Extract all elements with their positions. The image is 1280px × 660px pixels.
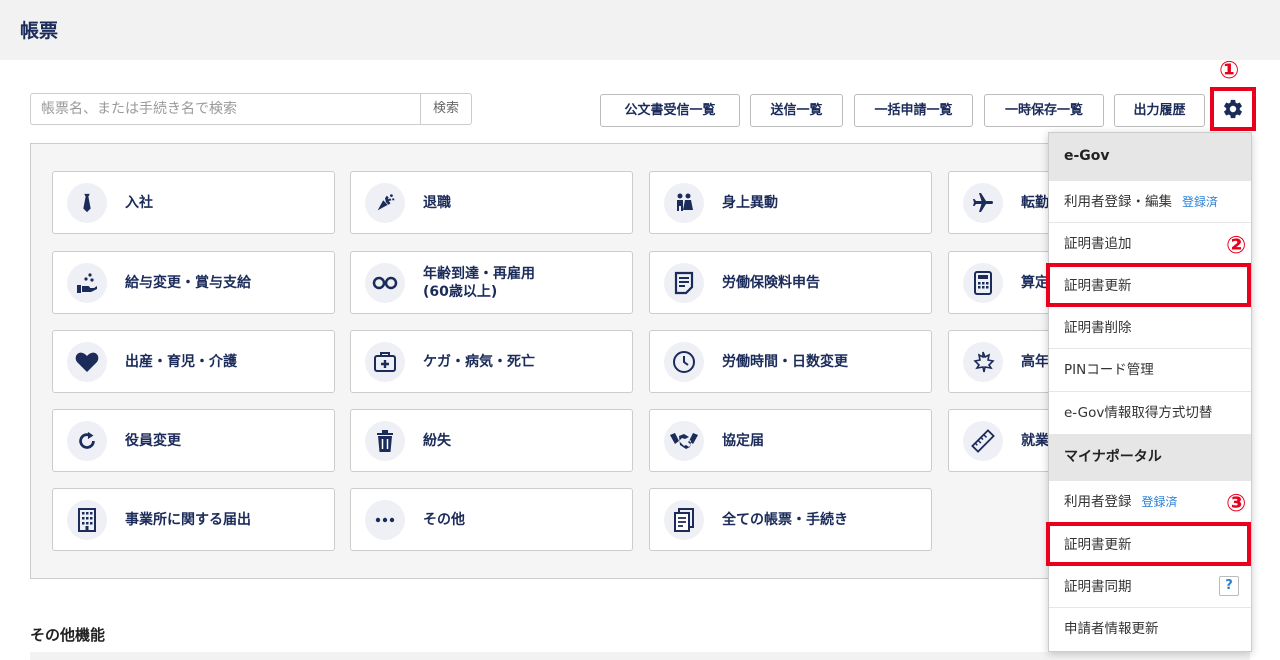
tile-label: 労働時間・日数変更 [722, 353, 848, 370]
tile-funshitsu[interactable]: 紛失 [350, 409, 633, 472]
tile-label: 算定 [1021, 274, 1049, 291]
tile-nenrei-toutatsu[interactable]: 年齢到達・再雇用 (60歳以上) [350, 251, 633, 314]
tile-jigyosho[interactable]: 事業所に関する届出 [52, 488, 335, 551]
menu-item-label: 利用者登録・編集 [1064, 194, 1172, 210]
ruler-icon [963, 420, 1003, 461]
tile-rodo-hokenryo[interactable]: 労働保険料申告 [649, 251, 932, 314]
first-aid-icon [365, 341, 405, 382]
search-input[interactable]: 帳票名、または手続き名で検索 [30, 93, 420, 125]
tile-kyoteitodoke[interactable]: 協定届 [649, 409, 932, 472]
document-icon [664, 262, 704, 303]
marker-3: ③ [1226, 489, 1247, 517]
menu-item-label: 証明書更新 [1064, 278, 1132, 294]
output-history-button[interactable]: 出力履歴 [1114, 94, 1205, 127]
tile-label: 高年 [1021, 353, 1049, 370]
other-functions-heading: その他機能 [30, 626, 106, 644]
tile-taishoku[interactable]: 退職 [350, 171, 633, 234]
glasses-icon [365, 262, 405, 303]
gear-icon [1224, 99, 1242, 119]
egov-pin-management-item[interactable]: PINコード管理 [1049, 348, 1251, 390]
tile-label: 年齢到達・再雇用 (60歳以上) [423, 265, 535, 300]
tile-label: 全ての帳票・手続き [722, 511, 848, 528]
tile-label: 転勤 [1021, 194, 1049, 211]
tile-label: 出産・育児・介護 [125, 353, 237, 370]
menu-item-label: 証明書同期 [1064, 579, 1132, 595]
tile-label: 身上異動 [722, 194, 778, 211]
tile-label: 紛失 [423, 432, 451, 449]
menu-item-label: PINコード管理 [1064, 362, 1154, 378]
tile-label: 役員変更 [125, 432, 181, 449]
menu-item-label: e-Gov情報取得方式切替 [1064, 405, 1213, 421]
calculator-icon [963, 262, 1003, 303]
tile-label: その他 [423, 511, 465, 528]
help-icon[interactable]: ? [1219, 576, 1239, 596]
tile-kyuyo-henko[interactable]: 給与変更・賞与支給 [52, 251, 335, 314]
tile-sonota[interactable]: その他 [350, 488, 633, 551]
tile-label: 就業 [1021, 432, 1049, 449]
egov-add-certificate-item[interactable]: 証明書追加 [1049, 222, 1251, 264]
tile-label: ケガ・病気・死亡 [423, 353, 535, 370]
other-functions-strip [30, 652, 1250, 660]
handshake-icon [664, 420, 704, 461]
bouquet-icon [365, 182, 405, 223]
documents-icon [664, 499, 704, 540]
dropdown-section-mynaportal: マイナポータル [1049, 434, 1251, 481]
registered-badge: 登録済 [1141, 495, 1178, 509]
refresh-icon [67, 420, 107, 461]
tile-label: 事業所に関する届出 [125, 511, 251, 528]
tile-label: 入社 [125, 194, 153, 211]
tile-yakuin-henko[interactable]: 役員変更 [52, 409, 335, 472]
menu-item-label: 証明書削除 [1064, 320, 1132, 336]
egov-renew-certificate-item[interactable]: 証明書更新 [1049, 264, 1251, 306]
hand-coins-icon [67, 262, 107, 303]
wedding-couple-icon [664, 182, 704, 223]
tile-label: 給与変更・賞与支給 [125, 274, 251, 291]
mynaportal-update-applicant-item[interactable]: 申請者情報更新 [1049, 607, 1251, 649]
mynaportal-renew-certificate-item[interactable]: 証明書更新 [1049, 523, 1251, 565]
airplane-icon [963, 182, 1003, 223]
tile-kega-byoki[interactable]: ケガ・病気・死亡 [350, 330, 633, 393]
tile-label: 退職 [423, 194, 451, 211]
heart-icon [67, 341, 107, 382]
mynaportal-user-registration-item[interactable]: 利用者登録 登録済 [1049, 481, 1251, 523]
menu-item-label: 申請者情報更新 [1064, 621, 1159, 637]
marker-2: ② [1226, 231, 1247, 259]
batch-application-button[interactable]: 一括申請一覧 [854, 94, 973, 127]
dropdown-section-egov: e-Gov [1049, 133, 1251, 180]
sent-list-button[interactable]: 送信一覧 [750, 94, 843, 127]
registered-badge: 登録済 [1182, 195, 1219, 209]
marker-1: ① [1219, 56, 1240, 84]
tile-all-forms[interactable]: 全ての帳票・手続き [649, 488, 932, 551]
building-icon [67, 499, 107, 540]
page-title: 帳票 [20, 20, 59, 42]
menu-item-label: 証明書更新 [1064, 537, 1132, 553]
mynaportal-sync-certificate-item[interactable]: 証明書同期? [1049, 565, 1251, 607]
temp-save-list-button[interactable]: 一時保存一覧 [984, 94, 1104, 127]
menu-item-label: 証明書追加 [1064, 236, 1132, 252]
tile-shinjo-ido[interactable]: 身上異動 [649, 171, 932, 234]
tile-label: 協定届 [722, 432, 764, 449]
maple-leaf-icon [963, 341, 1003, 382]
menu-item-label: 利用者登録 [1064, 494, 1132, 510]
trash-icon [365, 420, 405, 461]
tile-label: 労働保険料申告 [722, 274, 820, 291]
egov-user-registration-item[interactable]: 利用者登録・編集 登録済 [1049, 180, 1251, 222]
tile-nyusha[interactable]: 入社 [52, 171, 335, 234]
tile-shussan-ikuji[interactable]: 出産・育児・介護 [52, 330, 335, 393]
settings-button[interactable] [1210, 87, 1256, 131]
egov-info-method-switch-item[interactable]: e-Gov情報取得方式切替 [1049, 391, 1251, 433]
received-documents-button[interactable]: 公文書受信一覧 [600, 94, 740, 127]
clock-icon [664, 341, 704, 382]
necktie-icon [67, 182, 107, 223]
page-header: 帳票 [0, 0, 1280, 60]
more-icon [365, 499, 405, 540]
egov-delete-certificate-item[interactable]: 証明書削除 [1049, 306, 1251, 348]
settings-dropdown: e-Gov 利用者登録・編集 登録済 証明書追加 証明書更新 証明書削除 PINコ… [1048, 132, 1252, 652]
tile-rodo-jikan[interactable]: 労働時間・日数変更 [649, 330, 932, 393]
search-button[interactable]: 検索 [420, 93, 472, 125]
